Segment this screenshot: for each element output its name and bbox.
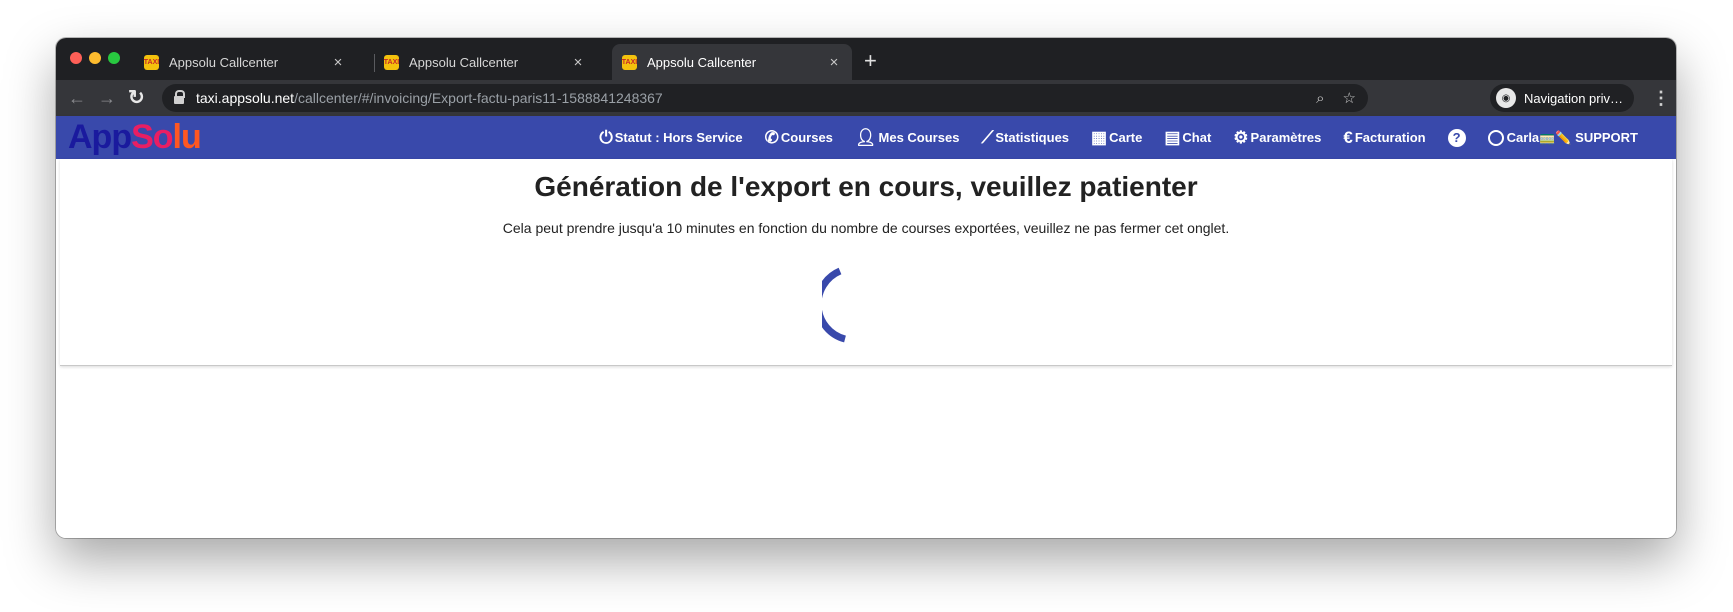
user-label: Carla🚃✏️ SUPPORT: [1506, 129, 1638, 145]
nav-label: Carte: [1109, 130, 1143, 145]
chat-icon: ▤: [1164, 128, 1181, 147]
url-path: /callcenter/#/invoicing/Export-factu-par…: [294, 90, 663, 106]
tab-title: Appsolu Callcenter: [647, 54, 757, 70]
zoom-icon[interactable]: ⌕: [1316, 90, 1324, 107]
euro-icon: €: [1343, 128, 1353, 147]
reload-icon[interactable]: ↻: [128, 84, 145, 112]
app-navbar: AppSolu ⏻ Statut : Hors Service ✆ Course…: [56, 116, 1676, 159]
new-tab-button[interactable]: +: [864, 46, 877, 76]
nav-carte[interactable]: ▦ Carte: [1091, 129, 1142, 146]
close-tab-icon[interactable]: ×: [826, 54, 842, 71]
nav-courses[interactable]: ✆ Courses: [765, 129, 833, 146]
phone-icon: ✆: [764, 128, 779, 147]
nav-label: Statut : Hors Service: [614, 130, 743, 145]
logo-part: App: [68, 118, 132, 156]
taxi-favicon-icon: TAXI: [622, 54, 637, 70]
nav-label: Chat: [1182, 130, 1212, 145]
back-arrow-icon[interactable]: ←: [68, 84, 86, 112]
nav-parametres[interactable]: ⚙ Paramètres: [1233, 129, 1321, 146]
browser-toolbar: ← → ↻ taxi.appsolu.net/callcenter/#/invo…: [56, 80, 1676, 116]
address-bar-actions: ⌕ ☆: [1298, 84, 1356, 112]
close-tab-icon[interactable]: ×: [330, 54, 346, 71]
profile-label: Navigation priv…: [1524, 90, 1623, 106]
trending-icon: ⟋: [981, 128, 994, 147]
logo-part: So: [131, 118, 173, 156]
maximize-window-button[interactable]: [108, 52, 120, 64]
incognito-icon: ◉: [1496, 88, 1516, 108]
main-content: Génération de l'export en cours, veuille…: [56, 159, 1676, 538]
nav-help[interactable]: ?: [1447, 128, 1466, 147]
tab-title: Appsolu Callcenter: [409, 54, 519, 70]
nav-statistiques[interactable]: ⟋ Statistiques: [981, 129, 1069, 146]
nav-label: Courses: [780, 130, 833, 145]
loading-spinner-icon: [822, 267, 847, 343]
browser-tab-2[interactable]: TAXI Appsolu Callcenter ×: [374, 44, 596, 80]
browser-window: TAXI Appsolu Callcenter × TAXI Appsolu C…: [56, 38, 1676, 538]
lock-icon: [174, 90, 185, 104]
taxi-favicon-icon: TAXI: [144, 54, 159, 70]
url-host: taxi.appsolu.net: [196, 90, 295, 106]
account-circle-icon: [1487, 129, 1504, 146]
page-title: Génération de l'export en cours, veuille…: [534, 171, 1198, 202]
logo-part: lu: [172, 118, 202, 156]
nav-status[interactable]: ⏻ Statut : Hors Service: [599, 129, 742, 146]
help-icon: ?: [1447, 128, 1466, 147]
bookmark-star-icon[interactable]: ☆: [1343, 89, 1356, 107]
nav-label: Paramètres: [1250, 130, 1322, 145]
tab-strip: TAXI Appsolu Callcenter × TAXI Appsolu C…: [56, 38, 1676, 80]
person-icon: 👤︎: [854, 128, 877, 147]
nav-chat[interactable]: ▤ Chat: [1164, 129, 1211, 146]
tab-title: Appsolu Callcenter: [169, 54, 279, 70]
power-icon: ⏻: [599, 128, 613, 147]
incognito-profile-button[interactable]: ◉ Navigation priv…: [1490, 84, 1634, 112]
nav-label: Statistiques: [995, 130, 1070, 145]
nav-label: Mes Courses: [878, 130, 960, 145]
browser-tab-3-active[interactable]: TAXI Appsolu Callcenter ×: [612, 44, 852, 80]
export-progress-card: Génération de l'export en cours, veuille…: [60, 159, 1672, 366]
browser-tab-1[interactable]: TAXI Appsolu Callcenter ×: [134, 44, 356, 80]
url-text[interactable]: taxi.appsolu.net/callcenter/#/invoicing/…: [196, 90, 663, 106]
export-info-text: Cela peut prendre jusqu'a 10 minutes en …: [502, 220, 1230, 236]
gear-icon: ⚙: [1233, 128, 1249, 147]
taxi-favicon-icon: TAXI: [384, 54, 399, 70]
close-window-button[interactable]: [70, 52, 82, 64]
minimize-window-button[interactable]: [89, 52, 101, 64]
close-tab-icon[interactable]: ×: [570, 54, 586, 71]
appsolu-logo[interactable]: AppSolu: [68, 118, 202, 156]
browser-menu-icon[interactable]: ⋮: [1652, 84, 1670, 112]
nav-user[interactable]: Carla🚃✏️ SUPPORT: [1487, 129, 1638, 146]
nav-mes-courses[interactable]: 👤︎ Mes Courses: [855, 129, 960, 146]
nav-facturation[interactable]: € Facturation: [1343, 129, 1425, 146]
address-bar[interactable]: taxi.appsolu.net/callcenter/#/invoicing/…: [162, 84, 1368, 112]
forward-arrow-icon[interactable]: →: [98, 84, 116, 112]
app-nav-items: ⏻ Statut : Hors Service ✆ Courses 👤︎ Mes…: [577, 116, 1638, 159]
nav-label: Facturation: [1354, 130, 1426, 145]
map-icon: ▦: [1091, 128, 1108, 147]
